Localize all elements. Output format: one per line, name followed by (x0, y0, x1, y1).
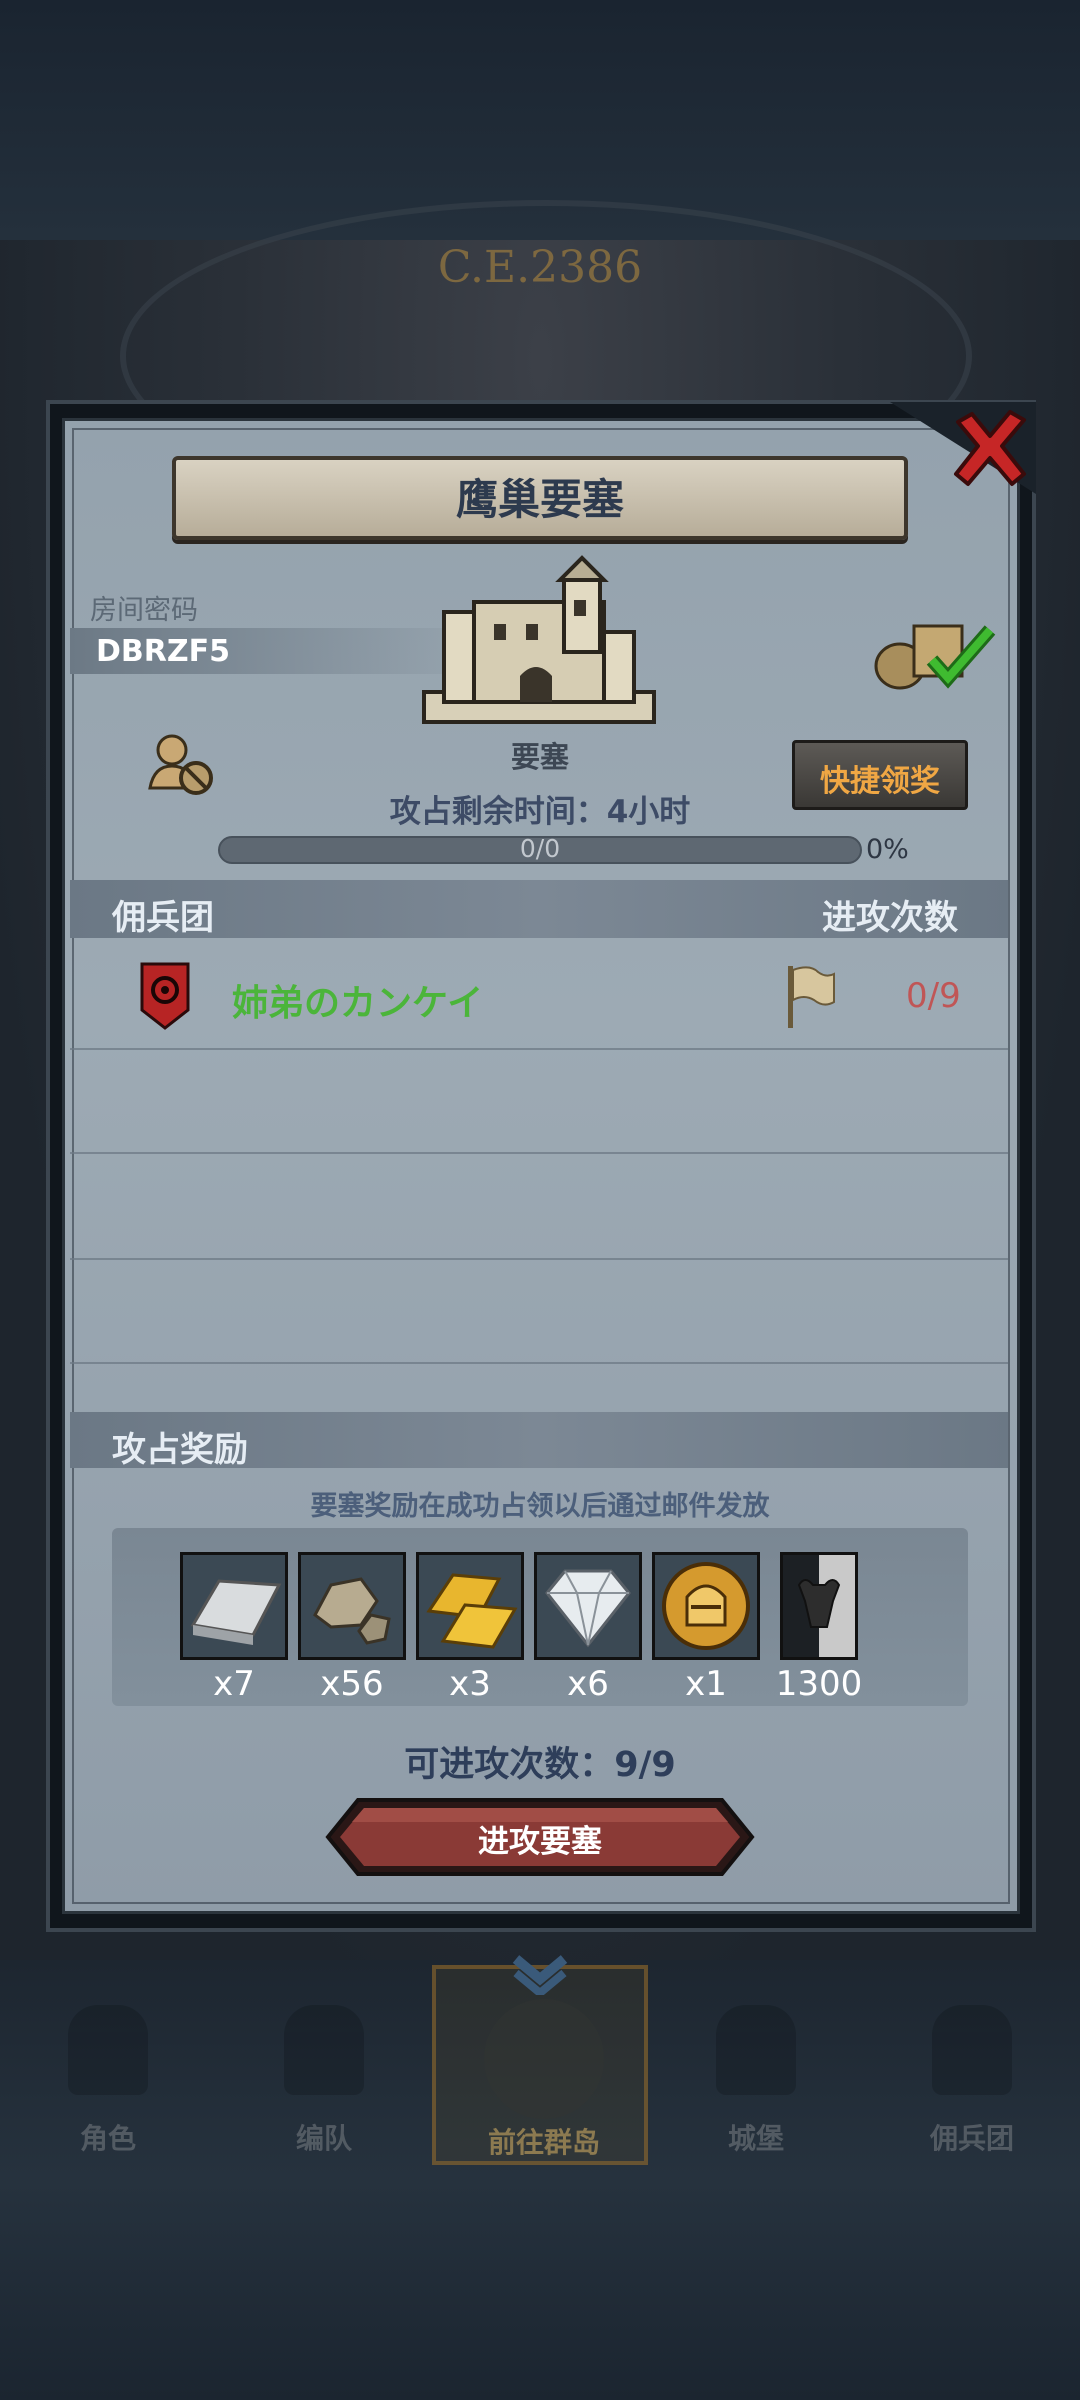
knight-icon (68, 2005, 148, 2095)
nav-islands[interactable]: 前往群岛 (432, 1965, 648, 2165)
row-divider (70, 1258, 1008, 1260)
formation-icon (284, 2005, 364, 2095)
close-icon[interactable] (950, 408, 1030, 488)
nav-label: 城堡 (727, 2122, 784, 2155)
row-divider (70, 1362, 1008, 1364)
silver-ingot-icon (183, 1555, 285, 1657)
reward-quantity: x6 (567, 1664, 609, 1704)
castle-icon (716, 2005, 796, 2095)
nav-label: 佣兵团 (929, 2122, 1014, 2155)
knight-helmet-coin-icon (655, 1555, 757, 1657)
reward-slot[interactable] (180, 1552, 288, 1660)
quick-claim-label: 快捷领奖 (820, 764, 940, 799)
bull-banner-icon (783, 1555, 855, 1657)
capture-progress-percent: 0% (866, 834, 909, 865)
reward-section-title: 攻占奖励 (112, 1430, 248, 1470)
room-code-value: DBRZF5 (96, 634, 230, 669)
reward-note: 要塞奖励在成功占领以后通过邮件发放 (310, 1491, 770, 1522)
fortress-icon (422, 555, 656, 724)
bottom-navigation: 角色 编队 前往群岛 城堡 佣兵团 (0, 1965, 1080, 2165)
nav-formation[interactable]: 编队 (216, 1965, 432, 2165)
era-label: C.E.2386 (437, 242, 643, 293)
ore-icon (301, 1555, 403, 1657)
reward-slot[interactable] (652, 1552, 760, 1660)
row-divider (70, 1048, 1008, 1050)
mercenary-column-header: 佣兵团 (112, 898, 214, 938)
nav-character[interactable]: 角色 (0, 1965, 216, 2165)
capture-time-remaining: 攻占剩余时间：4小时 (389, 794, 691, 830)
reward-quantity: x3 (449, 1664, 491, 1704)
reward-slot[interactable] (298, 1552, 406, 1660)
mercenary-name[interactable]: 姉弟のカンケイ (232, 974, 483, 1026)
dialog-title: 鹰巢要塞 (455, 475, 624, 524)
nav-label: 角色 (79, 2122, 136, 2155)
nav-label: 前往群岛 (487, 2126, 600, 2159)
islands-icon (484, 1999, 604, 2119)
reward-quantity: 1300 (775, 1664, 863, 1704)
nav-castle[interactable]: 城堡 (648, 1965, 864, 2165)
diamond-icon (537, 1555, 639, 1657)
attacks-column-header: 进攻次数 (822, 898, 958, 938)
reward-quantity: x1 (685, 1664, 727, 1704)
attack-fortress-label: 进攻要塞 (478, 1824, 602, 1860)
reward-quantity: x7 (213, 1664, 255, 1704)
room-code-label: 房间密码 (90, 595, 198, 626)
capture-progress-text: 0/0 (519, 834, 561, 863)
fortress-label: 要塞 (510, 740, 569, 774)
reward-slot[interactable] (534, 1552, 642, 1660)
no-mercenary-icon (148, 734, 213, 795)
remaining-attacks-text: 可进攻次数：9/9 (404, 1745, 676, 1785)
nav-label: 编队 (295, 2122, 352, 2155)
guild-emblem-icon (140, 962, 190, 1030)
nav-mercenary[interactable]: 佣兵团 (864, 1965, 1080, 2165)
row-divider (70, 1152, 1008, 1154)
chevron-down-icon (512, 1955, 568, 1995)
mercenary-attack-count: 0/9 (906, 976, 961, 1016)
mercenary-icon (932, 2005, 1012, 2095)
reward-slot[interactable] (416, 1552, 524, 1660)
gold-bars-icon (419, 1555, 521, 1657)
reward-quantity: x56 (320, 1664, 384, 1704)
reward-collected-icon[interactable] (870, 616, 1000, 692)
flag-icon (788, 966, 835, 1028)
reward-slot[interactable] (780, 1552, 858, 1660)
